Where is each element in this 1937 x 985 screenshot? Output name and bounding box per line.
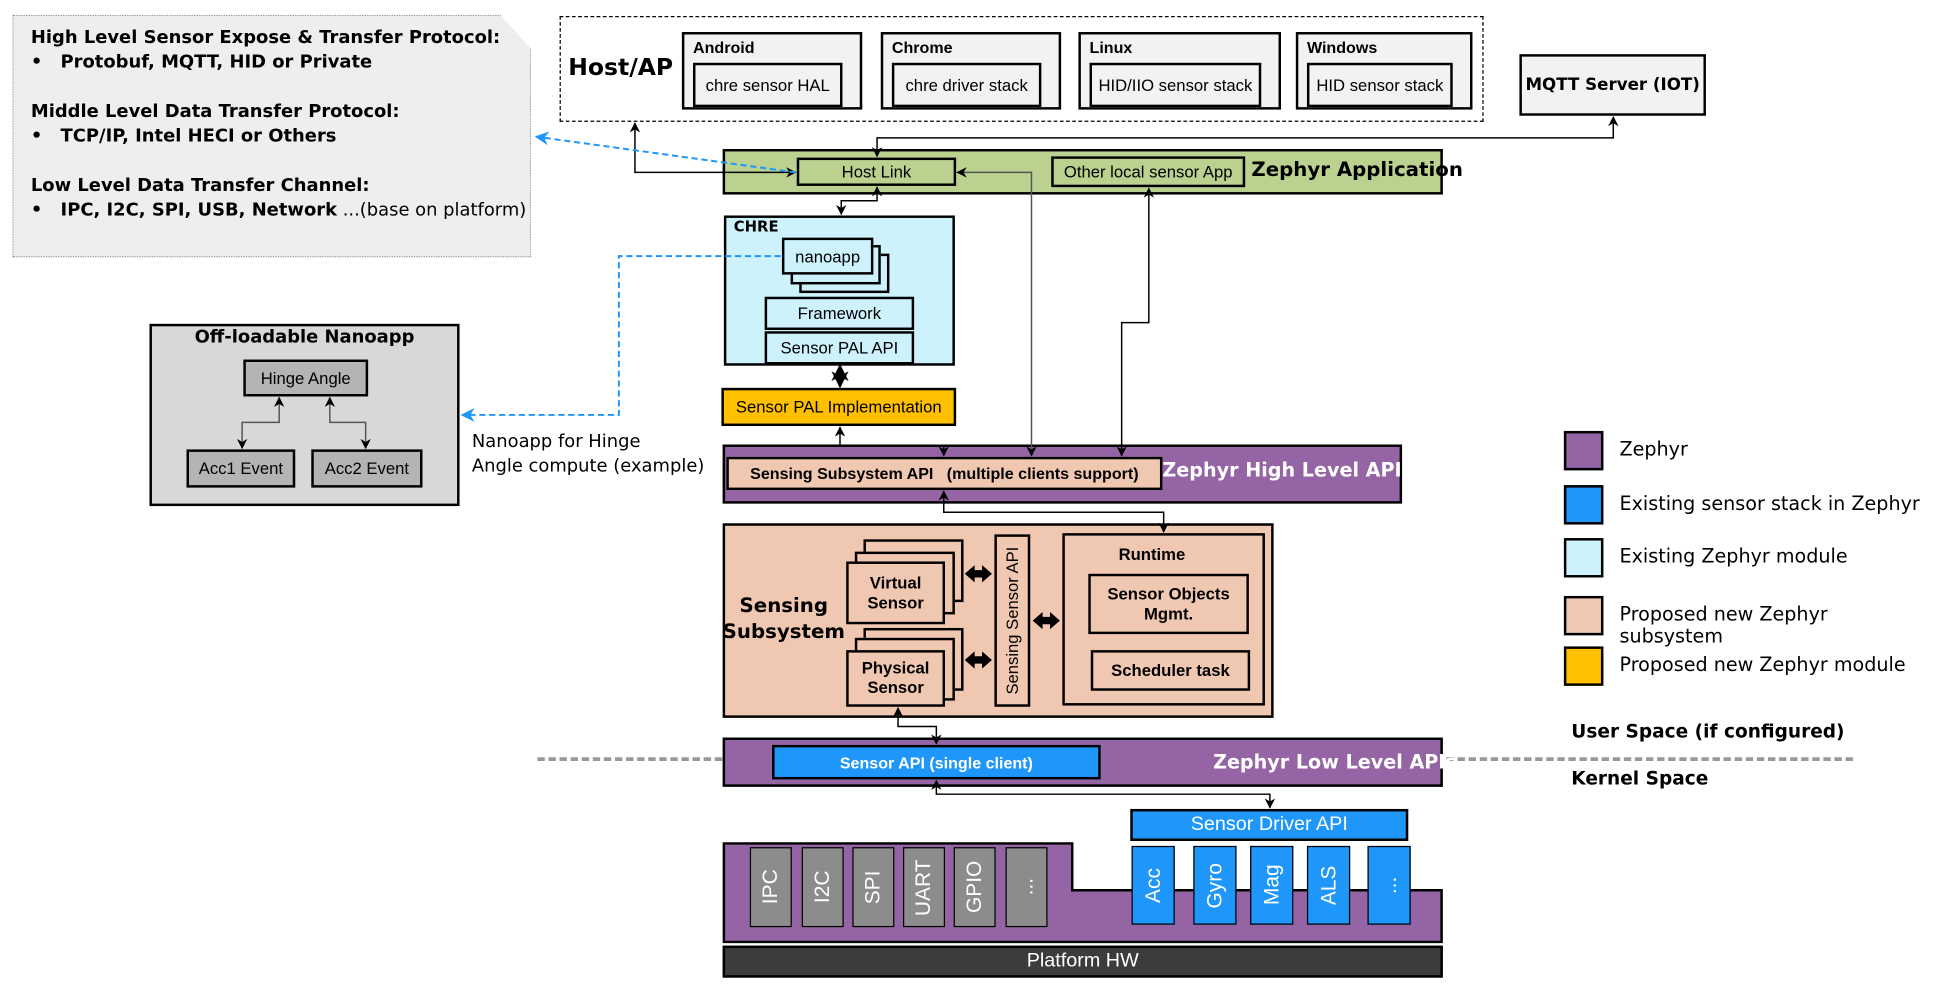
note-bullet-high: • Protobuf, MQTT, HID or Private: [30, 52, 373, 73]
other-local-sensor-app: Other local sensor App: [1051, 156, 1246, 188]
platform-hw: Platform HW: [722, 945, 1443, 978]
bus-uart: UART: [903, 847, 946, 928]
note-bullet-low: • IPC, I2C, SPI, USB, Network ...(base on…: [30, 200, 527, 221]
zephyr-application-title: Zephyr Application: [1251, 157, 1463, 182]
legend-label: Existing Zephyr module: [1619, 545, 1848, 568]
linux-stack: HID/IIO sensor stack: [1089, 62, 1262, 108]
legend-label: Proposed new Zephyr module: [1619, 653, 1906, 676]
acc1-event: Acc1 Event: [186, 449, 296, 488]
legend-label: Zephyr: [1619, 438, 1688, 461]
sensor-objects-mgmt: Sensor Objects Mgmt.: [1088, 573, 1249, 635]
legend-swatch: [1563, 646, 1604, 686]
host-ap-title: Host/AP: [568, 54, 674, 82]
note-heading-high: High Level Sensor Expose & Transfer Prot…: [30, 28, 501, 49]
sensor-driver-mag: Mag: [1250, 845, 1294, 925]
hinge-angle: Hinge Angle: [243, 359, 369, 397]
sensing-subsystem-title: Sensing Subsystem: [722, 593, 845, 643]
runtime-title: Runtime: [1118, 545, 1186, 564]
os-windows: Windows HID sensor stack: [1295, 32, 1473, 110]
legend-swatch: [1563, 430, 1604, 471]
nanoapp-caption: Nanoapp for Hinge Angle compute (example…: [471, 432, 705, 477]
bus-gpio: GPIO: [953, 847, 996, 928]
connector-sensingapi-hostlink: [956, 167, 1037, 457]
acc2-event: Acc2 Event: [311, 449, 423, 488]
nanoapp: nanoapp: [781, 237, 874, 275]
kernel-space-label: Kernel Space: [1571, 767, 1709, 790]
sensor-driver-acc: Acc: [1131, 845, 1175, 925]
sensor-api-single-client: Sensor API (single client): [772, 744, 1101, 780]
sensing-subsystem-api: Sensing Subsystem API (multiple clients …: [726, 456, 1163, 491]
sensor-driver-als: ALS: [1306, 845, 1351, 925]
os-android: Android chre sensor HAL: [681, 32, 863, 110]
legend-label: Existing sensor stack in Zephyr: [1619, 492, 1920, 515]
legend-swatch: [1563, 485, 1604, 525]
os-linux: Linux HID/IIO sensor stack: [1078, 32, 1282, 110]
sensing-sensor-api: Sensing Sensor API: [994, 534, 1031, 707]
note-bullet-middle: • TCP/IP, Intel HECI or Others: [30, 126, 337, 147]
architecture-diagram: High Level Sensor Expose & Transfer Prot…: [0, 0, 1937, 985]
offloadable-nanoapp-title: Off-loadable Nanoapp: [194, 327, 415, 348]
note-heading-middle: Middle Level Data Transfer Protocol:: [30, 102, 400, 122]
legend-label: Proposed new Zephyr subsystem: [1619, 603, 1828, 648]
protocol-note: High Level Sensor Expose & Transfer Prot…: [12, 14, 532, 258]
windows-stack: HID sensor stack: [1306, 62, 1453, 108]
legend-swatch: [1563, 595, 1604, 636]
bus-more: ...: [1005, 847, 1048, 928]
chre-title: CHRE: [733, 217, 779, 236]
bus-ipc: IPC: [749, 847, 792, 928]
bus-spi: SPI: [852, 847, 895, 928]
os-chrome: Chrome chre driver stack: [880, 32, 1062, 110]
zephyr-low-level-apis-title: Zephyr Low Level APIs: [1213, 751, 1457, 774]
chrome-stack: chre driver stack: [891, 62, 1042, 108]
host-link: Host Link: [796, 157, 957, 186]
user-space-label: User Space (if configured): [1571, 720, 1845, 743]
bus-i2c: I2C: [801, 847, 844, 928]
mqtt-server: MQTT Server (IOT): [1519, 54, 1706, 116]
chre-framework: Framework: [764, 296, 915, 330]
physical-sensor: Physical Sensor: [846, 650, 946, 707]
sensor-pal-api: Sensor PAL API: [764, 331, 915, 365]
sensor-pal-implementation: Sensor PAL Implementation: [721, 387, 957, 427]
virtual-sensor: Virtual Sensor: [846, 561, 946, 625]
sensor-driver-gyro: Gyro: [1193, 845, 1237, 925]
android-stack: chre sensor HAL: [693, 62, 843, 108]
sensor-driver-more: ...: [1367, 845, 1411, 925]
sensor-driver-api: Sensor Driver API: [1130, 808, 1409, 841]
legend-swatch: [1563, 538, 1604, 578]
zephyr-high-level-apis-title: Zephyr High Level APIs: [1162, 459, 1414, 482]
note-heading-low: Low Level Data Transfer Channel:: [30, 176, 370, 196]
connector-otherapp-sensingapi: [1116, 187, 1155, 457]
scheduler-task: Scheduler task: [1090, 650, 1251, 691]
